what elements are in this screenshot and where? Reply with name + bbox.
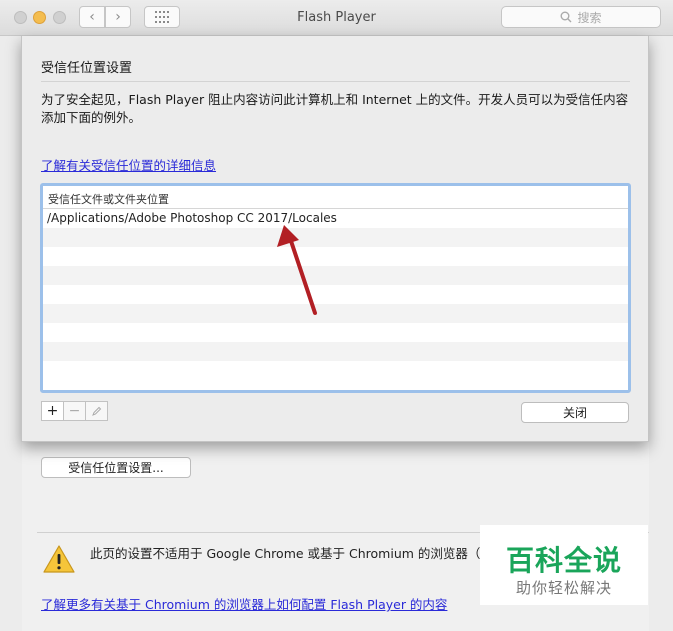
search-input[interactable]: 搜索 xyxy=(501,6,661,28)
chrome-warning-text: 此页的设置不适用于 Google Chrome 或基于 Chromium 的浏览… xyxy=(90,546,481,561)
chromium-info-link[interactable]: 了解更多有关基于 Chromium 的浏览器上如何配置 Flash Player… xyxy=(41,594,447,613)
list-column-header[interactable]: 受信任文件或文件夹位置 xyxy=(43,186,628,209)
trusted-location-sheet: 受信任位置设置 为了安全起见，Flash Player 阻止内容访问此计算机上和… xyxy=(21,36,649,442)
trusted-locations-list[interactable]: 受信任文件或文件夹位置 /Applications/Adobe Photosho… xyxy=(40,183,631,393)
list-edit-buttons: + − xyxy=(41,401,108,421)
empty-row xyxy=(43,228,628,247)
empty-row xyxy=(43,361,628,380)
remove-location-button[interactable]: − xyxy=(63,401,86,421)
close-button[interactable]: 关闭 xyxy=(521,402,629,423)
edit-location-button[interactable] xyxy=(85,401,108,421)
empty-row xyxy=(43,247,628,266)
empty-row xyxy=(43,266,628,285)
sheet-title: 受信任位置设置 xyxy=(41,61,133,76)
empty-row xyxy=(43,285,628,304)
title-bar: ‹ › Flash Player 搜索 xyxy=(0,0,673,36)
warning-icon xyxy=(43,545,75,573)
add-location-button[interactable]: + xyxy=(41,401,64,421)
empty-row xyxy=(43,304,628,323)
list-item[interactable]: /Applications/Adobe Photoshop CC 2017/Lo… xyxy=(43,209,628,228)
watermark-subtitle: 助你轻松解决 xyxy=(515,579,612,597)
pencil-icon xyxy=(92,406,102,416)
divider xyxy=(41,81,630,82)
trusted-location-settings-button[interactable]: 受信任位置设置... xyxy=(41,457,191,478)
search-icon xyxy=(560,11,572,23)
sheet-description: 为了安全起见，Flash Player 阻止内容访问此计算机上和 Interne… xyxy=(41,92,629,125)
watermark: 百科全说 助你轻松解决 xyxy=(480,525,648,605)
watermark-title: 百科全说 xyxy=(505,544,622,577)
empty-row xyxy=(43,323,628,342)
search-placeholder: 搜索 xyxy=(577,10,602,25)
trusted-location-info-link[interactable]: 了解有关受信任位置的详细信息 xyxy=(41,155,216,174)
empty-row xyxy=(43,342,628,361)
